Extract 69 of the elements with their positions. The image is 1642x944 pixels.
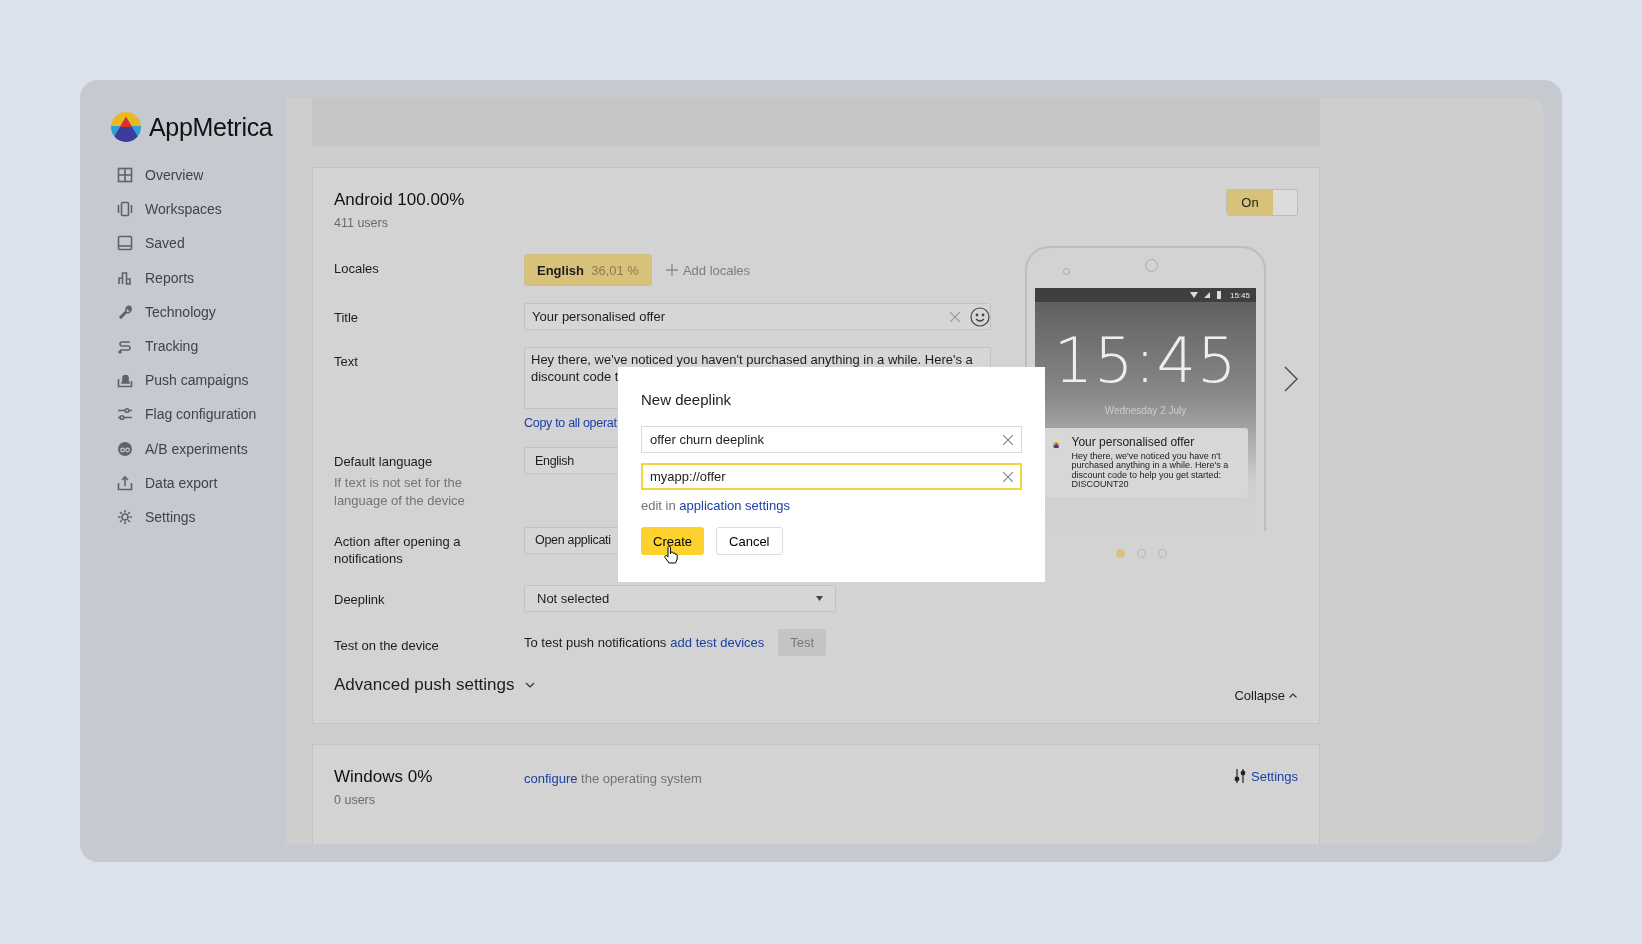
- platform-title: Windows 0%: [334, 767, 434, 787]
- deeplink-select[interactable]: Not selected: [524, 585, 836, 612]
- field-label: Test on the device: [334, 637, 440, 655]
- app-logo-text: AppMetrica: [149, 112, 273, 142]
- smiley-icon[interactable]: [970, 306, 990, 327]
- field-hint: If text is not set for the language of the device: [334, 473, 466, 510]
- sidebar-item[interactable]: Saved: [112, 226, 286, 261]
- notification-text: Hey there, we've noticed you have n't purchased anything in a while. Here's a discount code to help you get started: DISCOUNT20: [1071, 452, 1230, 490]
- chevron-up-icon: [1289, 693, 1297, 698]
- ab-icon: [117, 440, 133, 457]
- sidebar-item[interactable]: A/B experiments: [112, 431, 286, 466]
- users-count: 411 users: [334, 216, 389, 230]
- clear-icon[interactable]: [1003, 434, 1013, 445]
- field-label: Default language: [334, 453, 434, 471]
- lock-clock: 15:45: [1052, 324, 1239, 397]
- sidebar-item[interactable]: Flag configuration: [112, 397, 286, 432]
- grid-icon: [117, 167, 133, 184]
- configure-link[interactable]: configure: [524, 771, 578, 786]
- clear-icon[interactable]: [1003, 471, 1013, 482]
- field-label: Locales: [334, 260, 380, 278]
- settings-link[interactable]: Settings: [1234, 767, 1298, 785]
- tracking-icon: [117, 338, 133, 355]
- chevron-icon: [524, 682, 535, 688]
- clear-icon[interactable]: [950, 311, 960, 322]
- field-label: Text: [334, 353, 359, 371]
- notification-title: Your personalised offer: [1071, 435, 1196, 449]
- users-count: 0 users: [334, 793, 376, 807]
- sidebar-item[interactable]: Push campaigns: [112, 363, 286, 398]
- create-button[interactable]: Create: [641, 527, 705, 555]
- platform-title: Android 100.00%: [334, 190, 465, 210]
- page-dot[interactable]: [1116, 549, 1125, 558]
- flags-icon: [117, 406, 133, 423]
- field-label: Action after opening a notifications: [334, 532, 462, 568]
- sidebar-item[interactable]: Tracking: [112, 328, 286, 364]
- sidebar-item[interactable]: Overview: [112, 158, 286, 193]
- hand-cursor-icon: [664, 546, 678, 564]
- name-field[interactable]: offer churn deeplink: [641, 426, 1022, 453]
- field-label: Deeplink: [334, 591, 386, 609]
- field-label: Title: [334, 309, 360, 327]
- configure-text: the operating system: [581, 771, 702, 786]
- push-icon: [117, 372, 133, 389]
- advanced-settings-toggle[interactable]: Advanced push settings: [334, 675, 535, 695]
- caret-icon: [816, 596, 823, 601]
- logo-icon: [111, 112, 141, 142]
- reports-icon: [117, 269, 133, 286]
- status-time: 15:45: [1229, 290, 1250, 300]
- sidebar-item[interactable]: Reports: [112, 260, 286, 295]
- gear-icon: [117, 508, 133, 525]
- saved-icon: [117, 235, 133, 252]
- sidebar-item[interactable]: Data export: [112, 465, 286, 500]
- plus-icon: [665, 264, 678, 276]
- url-field[interactable]: myapp://offer: [641, 463, 1022, 490]
- test-text: To test push notifications: [524, 635, 667, 650]
- workspaces-icon: [117, 201, 133, 218]
- sidebar-item[interactable]: Technology: [112, 294, 286, 329]
- sidebar-item[interactable]: Settings: [112, 499, 286, 535]
- dialog-title: New deeplink: [641, 391, 733, 408]
- hint-text: edit in: [641, 498, 676, 513]
- on-toggle[interactable]: On: [1226, 189, 1298, 216]
- add-test-devices-link[interactable]: add test devices: [670, 635, 765, 650]
- export-icon: [117, 474, 133, 491]
- title-field[interactable]: Your personalised offer: [524, 303, 991, 330]
- sliders-icon: [1234, 769, 1246, 783]
- collapse-button[interactable]: Collapse: [1234, 688, 1297, 703]
- tool-icon: [117, 303, 133, 320]
- locale-chip[interactable]: English 36,01 %: [524, 254, 652, 286]
- sidebar-item[interactable]: Workspaces: [112, 192, 286, 227]
- application-settings-link[interactable]: application settings: [679, 498, 790, 513]
- cancel-button[interactable]: Cancel: [716, 527, 783, 555]
